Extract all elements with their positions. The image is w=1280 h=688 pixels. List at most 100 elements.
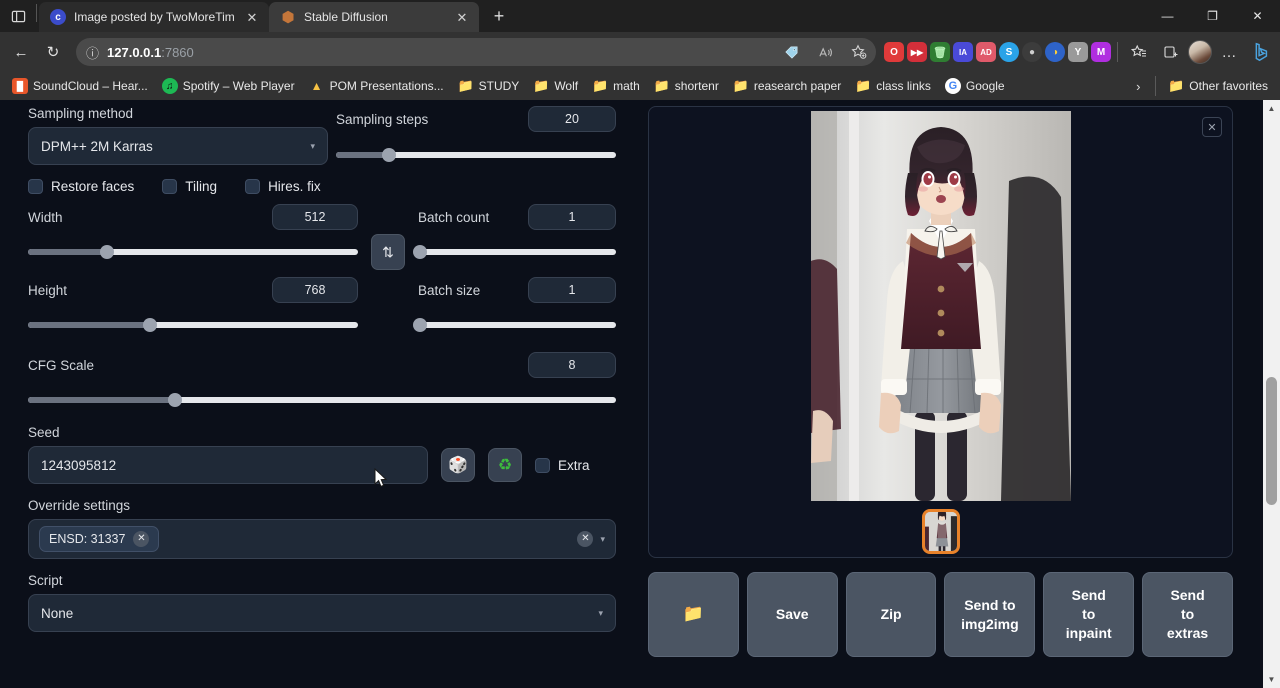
hires-fix-checkbox[interactable]: Hires. fix [245,179,321,194]
bookmark-google[interactable]: G Google [939,75,1011,97]
recycle-seed-button[interactable]: ♻ [488,448,522,482]
save-button[interactable]: Save [747,572,838,657]
bookmark-folder-class-links[interactable]: 📁 class links [849,75,937,97]
google-drive-icon: ▲ [309,78,325,94]
internet-archive-icon[interactable]: IA [953,42,973,62]
sampling-row: Sampling method DPM++ 2M Karras ▾ Sampli… [28,106,616,165]
tab-list-icon[interactable] [0,0,36,32]
batch-size-slider[interactable] [418,316,616,334]
chevron-down-icon[interactable]: ▾ [600,534,605,545]
extra-seed-checkbox[interactable]: Extra [535,458,590,473]
checkbox-box[interactable] [162,179,177,194]
read-aloud-icon[interactable] [812,40,838,64]
restore-faces-checkbox[interactable]: Restore faces [28,179,134,194]
bookmark-folder-math[interactable]: 📁 math [586,75,646,97]
height-slider[interactable] [28,316,358,334]
fast-forward-icon[interactable]: ▶▶ [907,42,927,62]
script-dropdown[interactable]: None ▾ [28,594,616,632]
height-value[interactable]: 768 [272,277,358,303]
tab-close-icon[interactable]: ✕ [243,8,261,26]
checkbox-label: Hires. fix [268,179,321,194]
bookmark-spotify[interactable]: ♫ Spotify – Web Player [156,75,301,97]
send-to-extras-button[interactable]: Send to extras [1142,572,1233,657]
cfg-scale-label: CFG Scale [28,358,518,373]
favorites-star-icon[interactable] [1124,37,1154,67]
sampling-steps-group: Sampling steps 20 [328,106,616,165]
yandex-icon[interactable]: Y [1068,42,1088,62]
profile-avatar[interactable] [1188,40,1212,64]
seed-input[interactable]: 1243095812 [28,446,428,484]
cfg-scale-value[interactable]: 8 [528,352,616,378]
browser-tab-stable-diffusion[interactable]: ⬢ Stable Diffusion ✕ [269,2,479,32]
scrollbar-track[interactable] [1263,117,1280,671]
batch-count-slider[interactable] [418,243,616,261]
slider-track [418,322,616,328]
folder-icon: 📁 [733,78,749,94]
batch-size-value[interactable]: 1 [528,277,616,303]
trash-icon[interactable]: 🗑 [930,42,950,62]
clear-all-icon[interactable]: ✕ [577,531,593,547]
bookmark-other-favorites[interactable]: 📁 Other favorites [1162,75,1274,97]
close-window-button[interactable]: ✕ [1235,0,1280,32]
generated-image[interactable] [811,111,1071,501]
override-settings-label: Override settings [28,498,616,513]
folder-icon: 📁 [458,78,474,94]
override-settings-field[interactable]: ENSD: 31337 ✕ ✕ ▾ [28,519,616,559]
override-settings-group: Override settings ENSD: 31337 ✕ ✕ ▾ [28,498,616,559]
override-token-ensd[interactable]: ENSD: 31337 ✕ [39,526,159,552]
checkbox-box[interactable] [28,179,43,194]
copilot-bing-icon[interactable] [1246,38,1274,66]
new-tab-button[interactable]: + [485,2,513,30]
sampling-steps-value[interactable]: 20 [528,106,616,132]
settings-panel: Sampling method DPM++ 2M Karras ▾ Sampli… [0,100,628,688]
bookmark-pom-presentations[interactable]: ▲ POM Presentations... [303,75,450,97]
location-pin-icon[interactable]: ● [1022,42,1042,62]
back-button[interactable]: ← [6,37,36,67]
bookmark-folder-study[interactable]: 📁 STUDY [452,75,526,97]
bookmarks-overflow-chevron-icon[interactable]: › [1127,79,1149,94]
sampling-steps-slider[interactable] [336,146,616,164]
open-folder-button[interactable]: 📁 [648,572,739,657]
width-value[interactable]: 512 [272,204,358,230]
scroll-down-arrow-icon[interactable]: ▼ [1263,671,1280,688]
width-slider[interactable] [28,243,358,261]
add-favorite-icon[interactable] [846,40,872,64]
collections-icon[interactable] [1156,37,1186,67]
magnet-icon[interactable]: M [1091,42,1111,62]
bookmark-soundcloud[interactable]: █ SoundCloud – Hear... [6,75,154,97]
maximize-button[interactable]: ❐ [1190,0,1235,32]
tab-close-icon[interactable]: ✕ [453,8,471,26]
page-vertical-scrollbar[interactable]: ▲ ▼ [1263,100,1280,688]
shazam-icon[interactable]: S [999,42,1019,62]
opera-icon[interactable]: O [884,42,904,62]
browser-ext-icon[interactable]: ◑ [1045,42,1065,62]
tiling-checkbox[interactable]: Tiling [162,179,217,194]
browser-tab-imgur[interactable]: c Image posted by TwoMoreTimes ✕ [39,2,269,32]
scroll-up-arrow-icon[interactable]: ▲ [1263,100,1280,117]
price-tag-icon[interactable] [778,40,804,64]
more-options-icon[interactable]: … [1214,37,1244,67]
swap-dimensions-button[interactable]: ⇅ [371,234,405,270]
bookmark-folder-wolf[interactable]: 📁 Wolf [527,75,584,97]
stable-diffusion-icon: ⬢ [280,9,296,25]
zip-button[interactable]: Zip [846,572,937,657]
close-gallery-icon[interactable]: ✕ [1202,117,1222,137]
sampling-method-dropdown[interactable]: DPM++ 2M Karras ▾ [28,127,328,165]
info-circle-icon[interactable]: ⓘ [86,43,99,62]
cfg-scale-slider[interactable] [28,391,616,409]
checkbox-box[interactable] [535,458,550,473]
gallery-thumbnail[interactable] [922,509,960,554]
checkbox-box[interactable] [245,179,260,194]
adblock-icon[interactable]: AD [976,42,996,62]
reload-button[interactable]: ↻ [38,37,68,67]
address-bar[interactable]: ⓘ 127.0.0.1:7860 [76,38,876,66]
remove-token-icon[interactable]: ✕ [133,531,149,547]
bookmark-folder-research-paper[interactable]: 📁 reasearch paper [727,75,847,97]
batch-count-value[interactable]: 1 [528,204,616,230]
minimize-button[interactable]: — [1145,0,1190,32]
send-to-inpaint-button[interactable]: Send to inpaint [1043,572,1134,657]
width-label: Width [28,210,262,225]
random-seed-dice-button[interactable]: 🎲 [441,448,475,482]
bookmark-folder-shortenr[interactable]: 📁 shortenr [648,75,725,97]
send-to-img2img-button[interactable]: Send to img2img [944,572,1035,657]
